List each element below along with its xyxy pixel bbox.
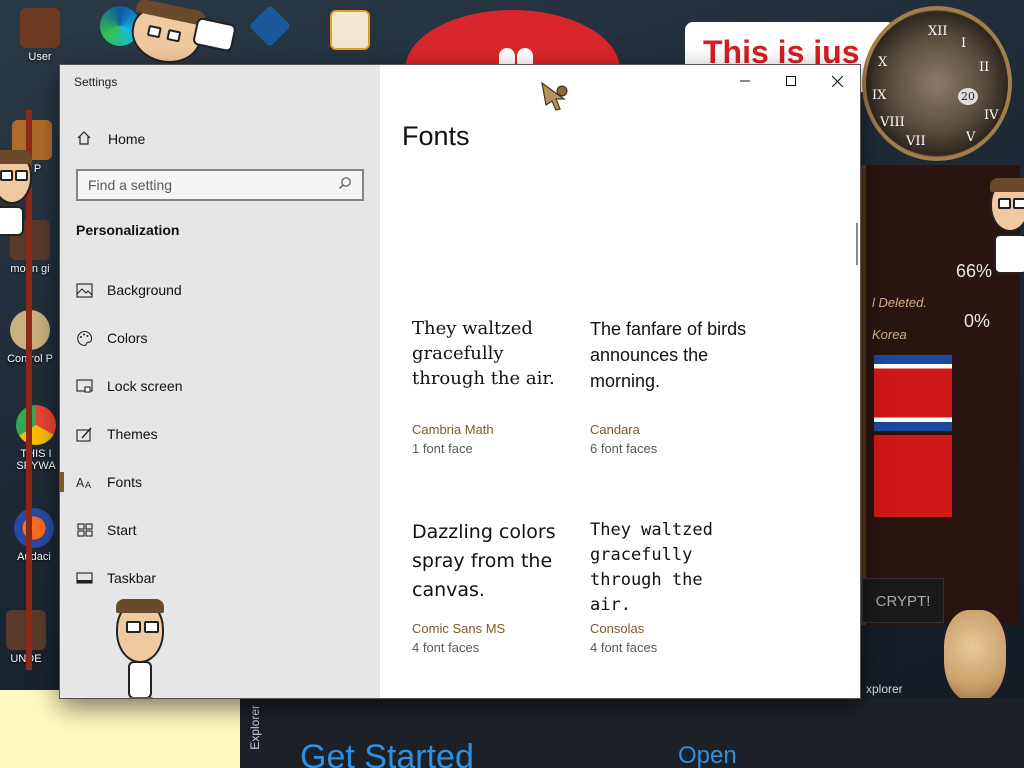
clock-numeral: X [878, 55, 888, 70]
font-name: Comic Sans MS [412, 621, 506, 636]
fonts-icon: AA [76, 474, 93, 491]
font-card-consolas[interactable]: They waltzed gracefully through the air.… [590, 518, 760, 655]
desktop-icon-hxd[interactable] [320, 10, 380, 53]
desktop-icon-chrome[interactable]: THIS I SPYWA [6, 405, 66, 472]
font-face-count: 1 font face [412, 441, 473, 456]
nav-item-label: Colors [107, 330, 148, 346]
home-icon [76, 130, 92, 149]
hamster-image [944, 610, 1006, 702]
settings-sidebar: Settings Home Personalization Background [60, 65, 380, 698]
settings-content: Fonts They waltzed gracefully through th… [380, 65, 860, 698]
font-card-candara[interactable]: The fanfare of birds announces the morni… [590, 316, 760, 456]
font-name: Consolas [590, 621, 645, 636]
nav-home-label: Home [108, 131, 146, 147]
font-name: Cambria Math [412, 422, 494, 437]
ransom-korea-text: Korea [872, 327, 907, 342]
hxd-icon [330, 10, 370, 50]
themes-icon [76, 426, 93, 443]
decrypt-button[interactable]: CRYPT! [862, 578, 944, 623]
nav-item-colors[interactable]: Colors [60, 314, 380, 362]
font-face-count: 6 font faces [590, 441, 658, 456]
clock-numeral: IV [984, 108, 999, 123]
steampunk-clock-widget: XII I II X IX VIII VII V IV 20 [862, 6, 1012, 161]
steampunk-cursor-icon [541, 81, 568, 111]
section-title: Personalization [76, 222, 180, 238]
palette-icon [76, 330, 93, 347]
title-bar-buttons [722, 65, 860, 97]
desktop-icon-user[interactable]: User [10, 8, 70, 63]
window-title: Settings [74, 75, 118, 89]
search-input[interactable] [88, 177, 328, 193]
scrollbar-thumb[interactable] [856, 223, 858, 265]
font-card-comic-sans[interactable]: Dazzling colors spray from the canvas. C… [412, 518, 582, 655]
get-started-heading: Get Started [300, 738, 474, 768]
taskbar-icon [76, 570, 93, 587]
nav-item-background[interactable]: Background [60, 266, 380, 314]
maximize-button[interactable] [768, 65, 814, 97]
close-button[interactable] [814, 65, 860, 97]
desktop-icon-virtualbox[interactable] [240, 4, 300, 49]
nav-home[interactable]: Home [76, 128, 145, 150]
image-icon [76, 282, 93, 299]
minimize-icon [740, 80, 750, 82]
font-sample-text: The fanfare of birds announces the morni… [590, 319, 747, 391]
nav-item-fonts[interactable]: AA Fonts [60, 458, 380, 506]
flag-graphic [874, 355, 952, 431]
ransom-percent-top: 66% [956, 261, 993, 281]
clock-numeral: IX [872, 88, 887, 103]
font-card-cambria-math[interactable]: They waltzed gracefully through the air.… [412, 316, 582, 456]
clock-numeral: V [966, 130, 976, 145]
clock-date: 20 [958, 88, 978, 105]
font-sample-text: They waltzed gracefully through the air. [590, 520, 713, 615]
explorer-vertical-tab[interactable]: Explorer [248, 705, 262, 750]
nav-item-start[interactable]: Start [60, 506, 380, 554]
nav-item-label: Background [107, 282, 182, 298]
nav-item-label: Fonts [107, 474, 143, 490]
nav-item-lock-screen[interactable]: Lock screen [60, 362, 380, 410]
clock-numeral: XII [928, 24, 948, 39]
lock-screen-icon [76, 378, 93, 395]
explorer-label: xplorer [866, 682, 903, 696]
maximize-icon [786, 76, 796, 86]
nav-item-label: Lock screen [107, 378, 183, 394]
font-face-count: 4 font faces [412, 640, 480, 655]
ransom-percent-bottom: 0% [964, 311, 991, 331]
svg-text:A: A [76, 476, 85, 490]
clock-numeral: VII [906, 134, 926, 149]
settings-window: Settings Home Personalization Background [60, 65, 860, 698]
search-box[interactable] [76, 169, 364, 201]
yellow-paint-area [0, 690, 244, 768]
minimize-button[interactable] [722, 65, 768, 97]
nav-item-label: Taskbar [107, 570, 157, 586]
clock-numeral: I [961, 36, 967, 51]
svg-text:A: A [85, 481, 92, 490]
red-block-graphic [874, 435, 952, 517]
page-title: Fonts [402, 121, 470, 151]
nav-item-themes[interactable]: Themes [60, 410, 380, 458]
nav-item-label: Themes [107, 426, 158, 442]
chrome-icon [16, 405, 56, 445]
start-icon [76, 522, 93, 539]
font-sample-text: Dazzling colors spray from the canvas. [412, 521, 556, 601]
nav-item-taskbar[interactable]: Taskbar [60, 554, 380, 602]
clock-numeral: II [979, 60, 990, 75]
nav-item-label: Start [107, 522, 137, 538]
close-icon [831, 75, 843, 87]
desktop-icon-audacity[interactable]: Audaci [4, 508, 64, 563]
virtualbox-icon [248, 4, 292, 48]
font-name: Candara [590, 422, 640, 437]
clock-numeral: VIII [880, 115, 905, 130]
ransom-deleted-text: l Deleted. [872, 295, 927, 310]
font-sample-text: They waltzed gracefully through the air. [412, 318, 555, 389]
user-folder-icon [20, 8, 60, 48]
open-link[interactable]: Open [678, 742, 737, 768]
search-icon[interactable] [338, 176, 352, 195]
font-face-count: 4 font faces [590, 640, 658, 655]
audacity-icon [14, 508, 54, 548]
